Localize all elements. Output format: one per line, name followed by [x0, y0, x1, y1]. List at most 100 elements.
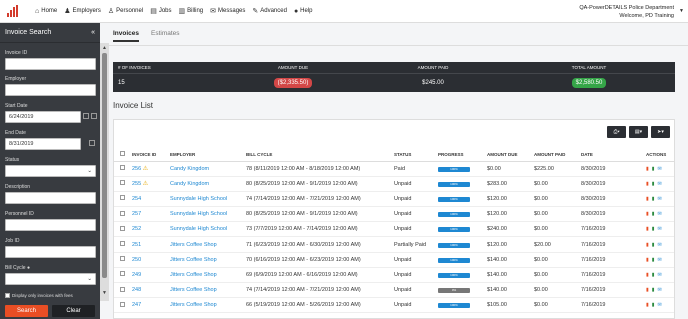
- row-checkbox[interactable]: [120, 225, 125, 231]
- excel-icon[interactable]: ▮: [652, 242, 655, 248]
- employer-input[interactable]: [5, 84, 96, 96]
- table-row[interactable]: 257 Sunnydale High School 80 (8/25/2019 12…: [114, 206, 674, 223]
- invoice-id-link[interactable]: 247: [132, 302, 141, 308]
- email-icon[interactable]: ✉: [658, 226, 662, 232]
- email-icon[interactable]: ✉: [658, 257, 662, 263]
- tab-estimates[interactable]: Estimates: [151, 30, 180, 42]
- excel-icon[interactable]: ▮: [652, 211, 655, 217]
- email-icon[interactable]: ✉: [658, 272, 662, 278]
- pdf-icon[interactable]: ▮: [646, 272, 649, 278]
- nav-item-advanced[interactable]: ✎ Advanced: [252, 7, 287, 15]
- employer-link[interactable]: Sunnydale High School: [170, 226, 227, 232]
- row-checkbox[interactable]: [120, 210, 125, 216]
- invoice-id-link[interactable]: 249: [132, 272, 141, 278]
- app-logo-icon[interactable]: [7, 5, 21, 17]
- job-id-input[interactable]: [5, 246, 96, 258]
- table-row[interactable]: 250 Jitters Coffee Shop 70 (6/16/2019 12:0…: [114, 252, 674, 268]
- sidebar-scrollbar[interactable]: [100, 43, 109, 301]
- start-date-input[interactable]: 6/24/2019: [5, 111, 81, 123]
- email-icon[interactable]: ✉: [658, 287, 662, 293]
- table-row[interactable]: 248 Jitters Coffee Shop 74 (7/14/2019 12:0…: [114, 282, 674, 299]
- send-button[interactable]: ➤▾: [651, 126, 670, 138]
- excel-icon[interactable]: ▮: [652, 166, 655, 172]
- col-status[interactable]: STATUS: [394, 148, 438, 162]
- invoice-id-link[interactable]: 252: [132, 226, 141, 232]
- nav-item-messages[interactable]: ✉ Messages: [210, 7, 245, 15]
- calendar-icon[interactable]: [83, 113, 89, 119]
- email-icon[interactable]: ✉: [658, 181, 662, 187]
- email-icon[interactable]: ✉: [658, 211, 662, 217]
- pdf-icon[interactable]: ▮: [646, 242, 649, 248]
- excel-icon[interactable]: ▮: [652, 302, 655, 308]
- col-date[interactable]: DATE: [581, 148, 646, 162]
- employer-link[interactable]: Jitters Coffee Shop: [170, 257, 217, 263]
- row-checkbox[interactable]: [120, 165, 125, 171]
- invoice-id-link[interactable]: 250: [132, 257, 141, 263]
- collapse-sidebar-icon[interactable]: «: [91, 29, 95, 36]
- invoice-id-link[interactable]: 254: [132, 196, 141, 202]
- invoice-id-link[interactable]: 248: [132, 287, 141, 293]
- export-button[interactable]: ▤▾: [629, 126, 648, 138]
- excel-icon[interactable]: ▮: [652, 226, 655, 232]
- pdf-icon[interactable]: ▮: [646, 226, 649, 232]
- table-row[interactable]: 247 Jitters Coffee Shop 66 (5/19/2019 12:0…: [114, 297, 674, 314]
- clear-button[interactable]: Clear: [52, 305, 95, 317]
- row-checkbox[interactable]: [120, 180, 125, 186]
- department-info[interactable]: QA-PowerDETAILS Police Department Welcom…: [579, 4, 674, 20]
- scrollbar-thumb[interactable]: [102, 53, 107, 278]
- pdf-icon[interactable]: ▮: [646, 257, 649, 263]
- nav-item-employers[interactable]: ♟ Employers: [64, 7, 101, 15]
- excel-icon[interactable]: ▮: [652, 181, 655, 187]
- invoice-id-link[interactable]: 251: [132, 242, 141, 248]
- table-row[interactable]: 251 Jitters Coffee Shop 71 (6/23/2019 12:0…: [114, 236, 674, 253]
- col-amount-paid[interactable]: AMOUNT PAID: [534, 148, 581, 162]
- print-button[interactable]: ⎙▾: [607, 126, 626, 138]
- display-fees-checkbox-row[interactable]: Display only invoices with fees: [5, 293, 73, 298]
- row-checkbox[interactable]: [120, 256, 125, 262]
- email-icon[interactable]: ✉: [658, 166, 662, 172]
- excel-icon[interactable]: ▮: [652, 287, 655, 293]
- nav-item-billing[interactable]: ▥ Billing: [179, 7, 204, 15]
- row-checkbox[interactable]: [120, 241, 125, 247]
- chevron-down-icon[interactable]: ▼: [679, 8, 684, 14]
- invoice-id-link[interactable]: 257: [132, 211, 141, 217]
- employer-link[interactable]: Jitters Coffee Shop: [170, 242, 217, 248]
- scroll-down-icon[interactable]: ▼: [102, 290, 107, 296]
- excel-icon[interactable]: ▮: [652, 257, 655, 263]
- scroll-up-icon[interactable]: ▲: [102, 45, 107, 51]
- employer-link[interactable]: Jitters Coffee Shop: [170, 302, 217, 308]
- email-icon[interactable]: ✉: [658, 242, 662, 248]
- pdf-icon[interactable]: ▮: [646, 181, 649, 187]
- nav-item-jobs[interactable]: ▤ Jobs: [150, 7, 171, 15]
- invoice-id-link[interactable]: 256: [132, 166, 141, 172]
- col-bill-cycle[interactable]: BILL CYCLE: [246, 148, 394, 162]
- table-row[interactable]: 255 ⚠ Candy Kingdom 80 (8/25/2019 12:00 AM…: [114, 176, 674, 192]
- table-row[interactable]: 252 Sunnydale High School 73 (7/7/2019 12:…: [114, 221, 674, 238]
- row-checkbox[interactable]: [120, 301, 125, 307]
- employer-link[interactable]: Candy Kingdom: [170, 166, 209, 172]
- col-invoice-id[interactable]: INVOICE ID: [132, 148, 170, 162]
- help-icon[interactable]: ●: [27, 265, 30, 271]
- pdf-icon[interactable]: ▮: [646, 302, 649, 308]
- employer-link[interactable]: Jitters Coffee Shop: [170, 287, 217, 293]
- pdf-icon[interactable]: ▮: [646, 211, 649, 217]
- nav-item-home[interactable]: ⌂ Home: [35, 8, 57, 15]
- employer-link[interactable]: Sunnydale High School: [170, 211, 227, 217]
- tab-invoices[interactable]: Invoices: [113, 30, 140, 42]
- row-checkbox[interactable]: [120, 271, 125, 277]
- email-icon[interactable]: ✉: [658, 302, 662, 308]
- col-progress[interactable]: PROGRESS: [438, 148, 487, 162]
- bill-cycle-select[interactable]: ⌄: [5, 273, 96, 285]
- employer-link[interactable]: Candy Kingdom: [170, 181, 209, 187]
- nav-item-help[interactable]: ● Help: [294, 8, 313, 15]
- row-checkbox[interactable]: [120, 195, 125, 201]
- calendar-icon[interactable]: [89, 140, 95, 146]
- description-input[interactable]: [5, 192, 96, 204]
- clear-date-icon[interactable]: [91, 113, 97, 119]
- employer-link[interactable]: Jitters Coffee Shop: [170, 272, 217, 278]
- col-amount-due[interactable]: AMOUNT DUE: [487, 148, 534, 162]
- end-date-input[interactable]: 8/31/2019: [5, 138, 81, 150]
- email-icon[interactable]: ✉: [658, 196, 662, 202]
- row-checkbox[interactable]: [120, 286, 125, 292]
- invoice-id-input[interactable]: [5, 58, 96, 70]
